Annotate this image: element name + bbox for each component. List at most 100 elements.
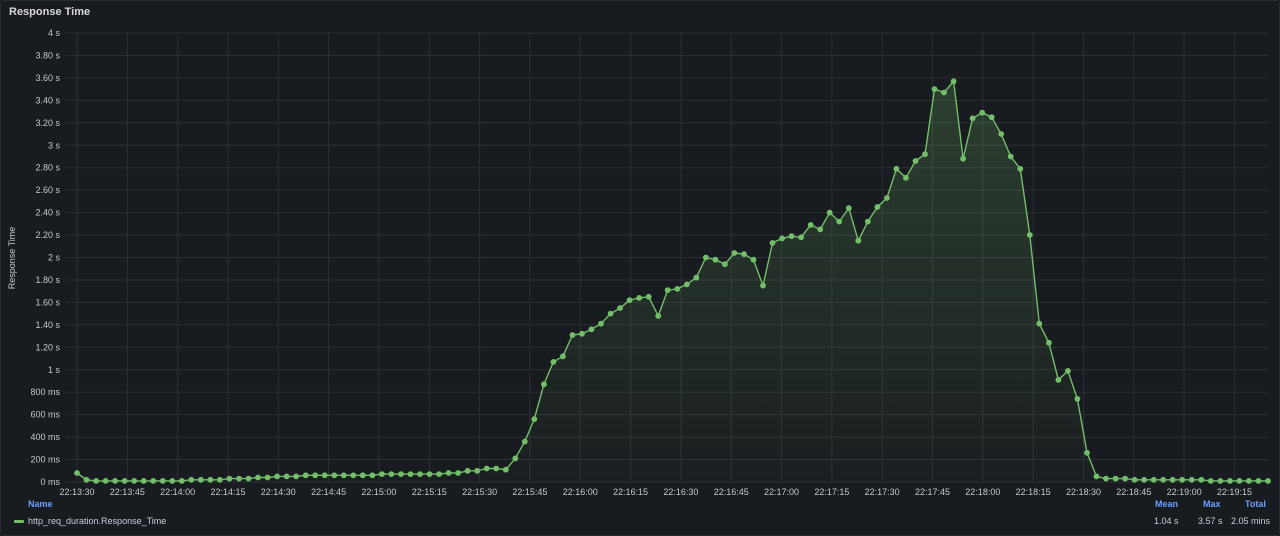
y-tick-label: 3.40 s <box>35 95 60 105</box>
data-point <box>1227 478 1233 484</box>
y-tick-label: 2 s <box>48 253 61 263</box>
data-point <box>159 478 166 484</box>
data-point <box>712 256 719 263</box>
y-tick-label: 2.80 s <box>35 163 60 173</box>
data-point <box>1074 396 1081 402</box>
data-point <box>903 174 909 181</box>
data-point <box>702 254 709 261</box>
data-point <box>302 472 309 479</box>
data-point <box>531 416 538 422</box>
data-point <box>188 476 195 483</box>
x-tick-label: 22:17:30 <box>865 487 900 497</box>
data-point <box>779 235 785 242</box>
data-point <box>379 471 385 477</box>
data-point <box>140 478 147 484</box>
data-point <box>1188 476 1195 483</box>
data-point <box>636 295 643 301</box>
data-point <box>274 473 280 480</box>
data-point <box>1217 478 1224 484</box>
data-point <box>521 438 528 445</box>
legend-series-name[interactable]: http_req_duration.Response_Time <box>28 516 166 526</box>
legend-header-name[interactable]: Name <box>28 499 53 509</box>
data-point <box>217 476 223 483</box>
data-point <box>931 86 938 92</box>
x-tick-label: 22:16:00 <box>563 487 598 497</box>
data-point <box>645 293 652 300</box>
x-tick-label: 22:15:30 <box>462 487 497 497</box>
data-point <box>198 476 204 483</box>
data-point <box>683 281 690 288</box>
data-point <box>807 222 814 228</box>
legend-header-total[interactable]: Total <box>1245 499 1266 509</box>
y-tick-label: 1 s <box>48 365 61 375</box>
y-tick-label: 1.40 s <box>35 320 60 330</box>
data-point <box>255 474 261 481</box>
data-point <box>1112 475 1119 482</box>
data-point <box>417 471 423 477</box>
data-point <box>1103 475 1109 482</box>
y-axis-label: Response Time <box>7 227 17 290</box>
data-point <box>579 330 585 337</box>
x-tick-label: 22:14:00 <box>160 487 195 497</box>
data-point <box>607 310 614 317</box>
x-tick-label: 22:19:15 <box>1217 487 1252 497</box>
data-point <box>398 471 404 477</box>
x-tick-label: 22:17:15 <box>814 487 849 497</box>
y-tick-label: 1.80 s <box>35 275 60 285</box>
data-point <box>769 240 776 246</box>
data-point <box>426 471 433 477</box>
data-point <box>979 109 986 116</box>
data-point <box>169 478 176 484</box>
data-point <box>922 151 928 158</box>
data-point <box>1122 475 1128 482</box>
data-point <box>359 472 366 479</box>
data-point <box>150 478 157 484</box>
x-tick-label: 22:18:45 <box>1116 487 1151 497</box>
data-point <box>731 250 738 256</box>
data-point <box>350 472 357 479</box>
data-point <box>655 313 662 319</box>
data-point <box>741 251 747 257</box>
data-point <box>436 471 442 477</box>
data-point <box>941 89 947 96</box>
data-point <box>293 473 299 480</box>
data-point <box>912 158 919 164</box>
data-point <box>560 353 566 360</box>
data-point <box>750 256 757 263</box>
data-point <box>760 282 766 289</box>
data-point <box>102 478 109 484</box>
data-point <box>693 274 700 281</box>
data-point <box>1160 476 1167 483</box>
data-point <box>1017 165 1024 172</box>
data-point <box>664 287 671 293</box>
data-point <box>474 467 481 474</box>
data-point <box>950 78 957 85</box>
data-point <box>1046 339 1052 346</box>
data-point <box>83 476 90 483</box>
data-point <box>798 234 804 241</box>
data-point <box>1265 478 1271 484</box>
x-tick-label: 22:16:15 <box>613 487 648 497</box>
data-point <box>312 472 319 479</box>
x-tick-label: 22:14:30 <box>261 487 296 497</box>
data-point <box>455 470 461 476</box>
x-tick-label: 22:14:45 <box>311 487 346 497</box>
legend-header-mean[interactable]: Mean <box>1155 499 1178 509</box>
legend-header-max[interactable]: Max <box>1203 499 1221 509</box>
y-tick-label: 800 ms <box>30 387 60 397</box>
y-tick-label: 1.60 s <box>35 297 60 307</box>
x-tick-label: 22:15:45 <box>512 487 547 497</box>
data-point <box>626 297 633 304</box>
y-tick-label: 4 s <box>48 28 61 38</box>
data-point <box>1093 473 1100 480</box>
data-point <box>541 381 547 388</box>
data-point <box>836 218 843 225</box>
data-point <box>1065 368 1071 374</box>
data-point <box>178 478 185 484</box>
data-point <box>884 195 890 201</box>
data-point <box>388 471 395 477</box>
data-point <box>445 470 452 476</box>
data-point <box>464 467 471 474</box>
y-axis-ticks: 0 ms 200 ms 400 ms 600 ms 800 ms 1 s 1.20 s 1.4… <box>30 28 60 487</box>
data-point <box>407 471 414 477</box>
